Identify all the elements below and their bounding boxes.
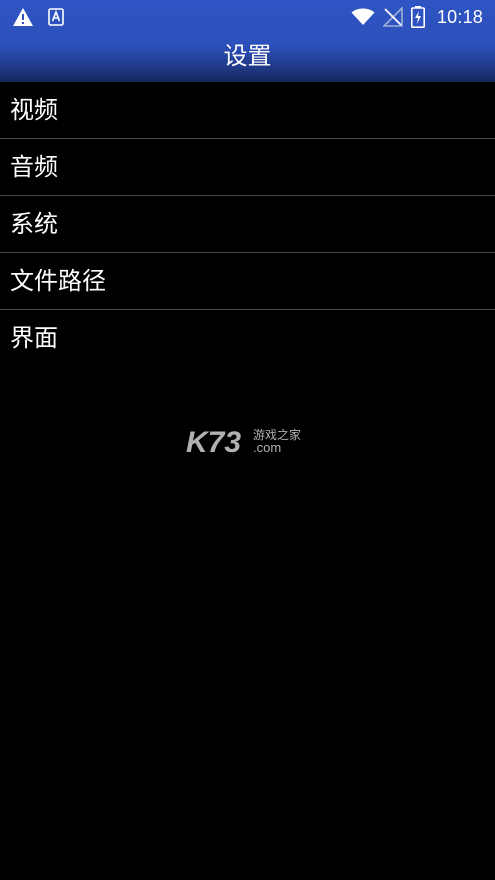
warning-icon: [12, 7, 34, 27]
settings-item-video[interactable]: 视频: [0, 82, 495, 139]
watermark-brand: K73: [186, 426, 241, 458]
settings-item-file-path[interactable]: 文件路径: [0, 253, 495, 310]
settings-item-system[interactable]: 系统: [0, 196, 495, 253]
clock-time: 10:18: [436, 6, 483, 27]
status-left-icons: [12, 6, 64, 28]
settings-screen: 10:18 设置 视频 音频 系统 文件路径 界面 K73 游戏之家 .com: [0, 0, 495, 880]
no-signal-icon: [382, 7, 403, 27]
status-right-icons: 10:18: [351, 6, 483, 28]
settings-item-interface[interactable]: 界面: [0, 310, 495, 366]
settings-list: 视频 音频 系统 文件路径 界面: [0, 82, 495, 366]
watermark-domain: .com: [253, 440, 281, 455]
settings-item-audio[interactable]: 音频: [0, 139, 495, 196]
wifi-icon: [351, 8, 375, 26]
battery-charging-icon: [410, 6, 425, 28]
k73-watermark-logo: K73 游戏之家 .com: [186, 422, 316, 459]
page-title: 设置: [223, 42, 272, 70]
app-header: 10:18 设置: [0, 0, 495, 82]
status-bar: 10:18: [0, 0, 495, 34]
keyboard-a-icon: [48, 8, 64, 26]
